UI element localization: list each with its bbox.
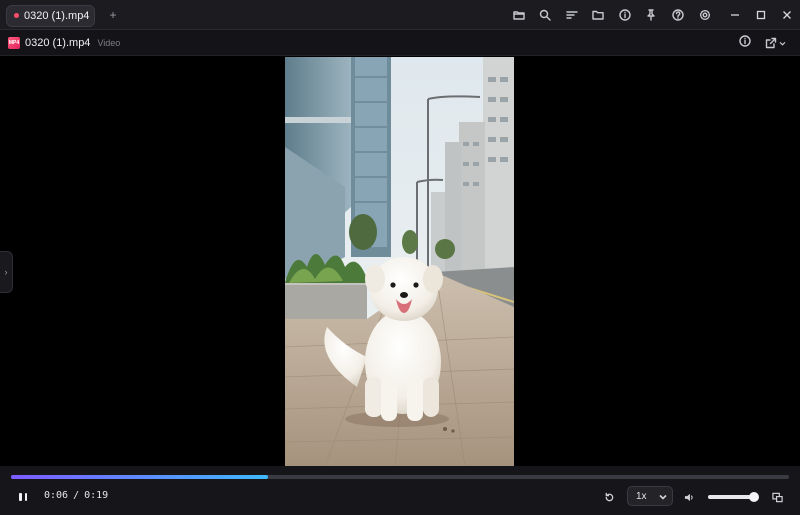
tab-label: 0320 (1).mp4 <box>24 9 90 22</box>
replay-button[interactable] <box>604 490 617 503</box>
volume-fill <box>708 495 754 499</box>
help-icon[interactable] <box>670 7 687 24</box>
video-stage[interactable]: › <box>0 57 800 466</box>
playback-speed-select[interactable]: 1x <box>627 486 673 506</box>
picture-in-picture-button[interactable] <box>772 490 784 503</box>
video-frame[interactable] <box>285 57 514 466</box>
close-icon[interactable] <box>774 0 800 30</box>
title-bar: 0320 (1).mp4 + <box>0 0 800 30</box>
time-separator: / <box>73 490 80 501</box>
tab-active[interactable]: 0320 (1).mp4 <box>6 4 95 27</box>
pause-button[interactable] <box>17 491 29 503</box>
folder-open-icon[interactable] <box>510 7 527 24</box>
file-header: MP4 0320 (1).mp4 Video <box>0 30 800 56</box>
picture-in-picture-icon <box>772 492 783 503</box>
new-tab-button[interactable]: + <box>106 8 120 22</box>
file-name: 0320 (1).mp4 <box>25 36 91 49</box>
pause-icon-bar <box>24 493 27 501</box>
volume-slider[interactable] <box>708 492 759 502</box>
progress-track[interactable] <box>11 475 789 479</box>
replay-icon <box>605 492 614 502</box>
video-file-icon: MP4 <box>8 36 20 49</box>
sort-lines-icon[interactable] <box>563 7 580 24</box>
info-icon[interactable] <box>616 7 633 24</box>
controls-row: 0:06 / 0:19 1x <box>0 486 800 508</box>
video-thumbnail <box>285 57 514 466</box>
pin-icon[interactable] <box>643 7 660 24</box>
player-controls: 0:06 / 0:19 1x <box>0 466 800 515</box>
file-info-icon[interactable] <box>739 34 751 52</box>
progress-fill <box>11 475 268 479</box>
volume-button[interactable] <box>684 490 696 502</box>
folder-icon[interactable] <box>590 7 607 24</box>
window-controls <box>722 0 800 30</box>
file-type-label: Video <box>97 37 121 48</box>
expand-sidebar-handle[interactable]: › <box>0 251 13 293</box>
maximize-icon[interactable] <box>748 0 774 30</box>
duration: 0:19 <box>84 490 109 501</box>
pause-icon-bar <box>19 493 22 501</box>
chevron-down-icon <box>779 41 786 45</box>
toolbar <box>510 0 723 30</box>
search-icon[interactable] <box>537 7 554 24</box>
speed-value: 1x <box>636 490 647 502</box>
minimize-icon[interactable] <box>722 0 748 30</box>
open-external-icon <box>765 37 777 49</box>
file-actions <box>739 30 786 56</box>
unsaved-dot-icon <box>14 13 19 18</box>
time-display: 0:06 / 0:19 <box>44 490 108 501</box>
settings-icon[interactable] <box>696 7 713 24</box>
current-time: 0:06 <box>44 490 69 501</box>
volume-knob[interactable] <box>748 492 759 502</box>
volume-icon <box>684 493 693 502</box>
open-external-button[interactable] <box>765 37 786 49</box>
chevron-down-icon <box>659 494 667 500</box>
